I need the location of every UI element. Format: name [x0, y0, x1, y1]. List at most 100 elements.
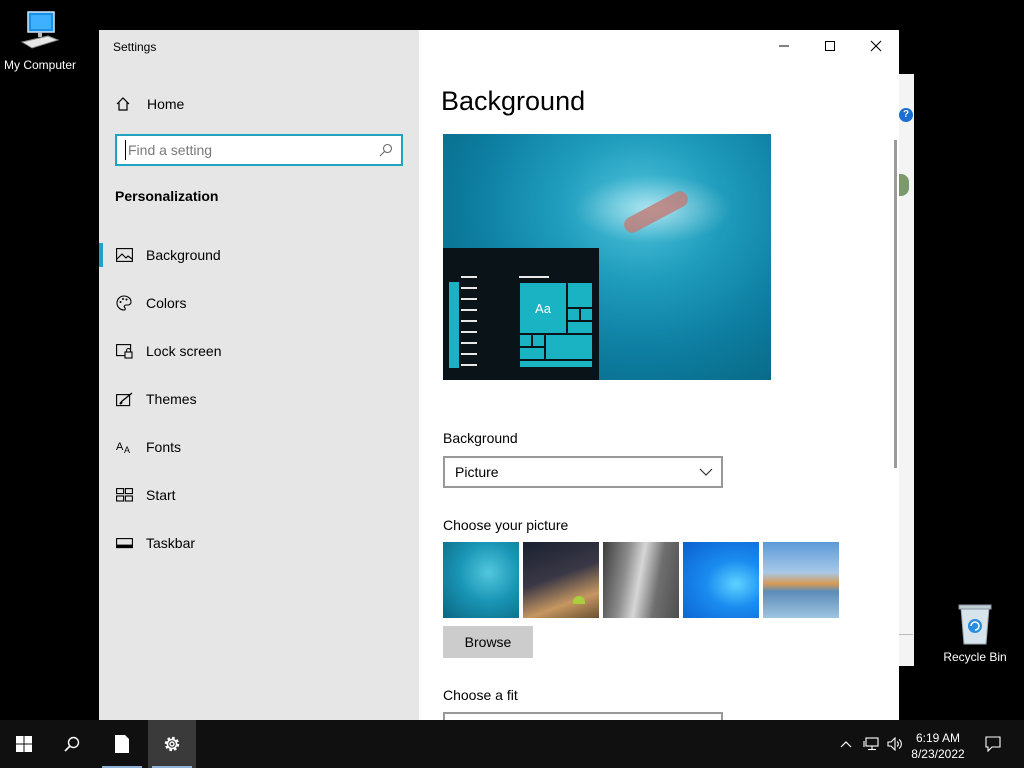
network-button[interactable]: [860, 720, 882, 768]
preview-tile: [519, 360, 593, 368]
windows-logo-icon: [16, 736, 32, 752]
section-title: Personalization: [115, 188, 219, 204]
svg-text:A: A: [116, 441, 124, 453]
picture-icon: [115, 246, 133, 264]
chevron-up-icon: [840, 741, 852, 748]
taskbar-settings-app[interactable]: [148, 720, 196, 768]
picture-thumbnail-night-sky[interactable]: [523, 542, 599, 618]
document-icon: [115, 735, 129, 753]
recycle-bin-icon: [958, 604, 992, 645]
search-box[interactable]: [115, 134, 403, 166]
close-button[interactable]: [853, 30, 899, 62]
picture-thumbnail-windows[interactable]: [683, 542, 759, 618]
sidebar-item-label: Fonts: [146, 439, 182, 455]
browse-button[interactable]: Browse: [443, 626, 533, 658]
sidebar-item-label: Lock screen: [146, 343, 222, 359]
choose-picture-label: Choose your picture: [443, 517, 569, 533]
taskbar-icon: [115, 534, 133, 552]
sidebar-item-themes[interactable]: Themes: [99, 375, 419, 423]
start-button[interactable]: [0, 720, 48, 768]
preview-menu-lines: [461, 276, 477, 375]
home-icon: [115, 96, 133, 112]
clock-time: 6:19 AM: [915, 731, 961, 745]
sidebar-item-label: Colors: [146, 295, 187, 311]
preview-tile: [567, 282, 593, 308]
content-scrollbar[interactable]: [894, 140, 897, 468]
sidebar-item-label: Taskbar: [146, 535, 196, 551]
search-input[interactable]: [125, 140, 375, 160]
sidebar-item-lock-screen[interactable]: Lock screen: [99, 327, 419, 375]
minimize-icon: [779, 45, 789, 47]
settings-sidebar: Settings Home Personalization Background: [99, 30, 419, 720]
background-window[interactable]: ?: [898, 74, 914, 666]
action-center-button[interactable]: [978, 720, 1008, 768]
my-computer-desktop-icon[interactable]: My Computer: [0, 10, 80, 72]
background-window-scroll: [899, 634, 913, 664]
taskbar-search-button[interactable]: [48, 720, 96, 768]
tent-graphic: [573, 596, 585, 604]
picture-thumbnail-underwater[interactable]: [443, 542, 519, 618]
themes-icon: [115, 390, 133, 408]
preview-tiles: Aa: [519, 282, 593, 368]
settings-window: Settings Home Personalization Background: [99, 30, 899, 720]
preview-strip: [449, 282, 459, 368]
minimize-button[interactable]: [761, 30, 807, 62]
start-icon: [115, 486, 133, 504]
taskbar-document-app[interactable]: [98, 720, 146, 768]
preview-tile: [567, 321, 593, 334]
show-hidden-icons-button[interactable]: [836, 720, 856, 768]
sidebar-item-colors[interactable]: Colors: [99, 279, 419, 327]
help-icon: ?: [899, 108, 913, 122]
sidebar-item-taskbar[interactable]: Taskbar: [99, 519, 419, 567]
preview-tile: [519, 334, 532, 347]
sidebar-item-label: Background: [146, 247, 221, 263]
taskbar: 6:19 AM 8/23/2022: [0, 720, 1024, 768]
sidebar-item-start[interactable]: Start: [99, 471, 419, 519]
recycle-bin-desktop-icon[interactable]: Recycle Bin: [935, 602, 1015, 664]
window-title: Settings: [113, 40, 157, 54]
background-preview: Aa: [443, 134, 771, 380]
taskbar-clock[interactable]: 6:19 AM 8/23/2022: [906, 730, 970, 762]
background-type-label: Background: [443, 430, 518, 446]
preview-tile: [519, 347, 545, 360]
page-title: Background: [441, 86, 586, 116]
volume-button[interactable]: [884, 720, 906, 768]
chevron-down-icon: [699, 468, 713, 476]
background-type-value: Picture: [455, 464, 499, 480]
recycle-bin-label: Recycle Bin: [943, 650, 1007, 664]
picture-thumbnails: [443, 542, 843, 618]
speaker-icon: [887, 737, 902, 751]
preview-tile-header: [519, 276, 549, 278]
preview-tile: [567, 308, 580, 321]
home-nav-item[interactable]: Home: [115, 94, 184, 114]
my-computer-label: My Computer: [3, 58, 77, 72]
close-icon: [870, 40, 882, 52]
lock-screen-icon: [115, 342, 133, 360]
search-icon: [64, 736, 80, 752]
computer-icon: [20, 11, 60, 49]
sidebar-item-background[interactable]: Background: [99, 231, 419, 279]
preview-tile: [580, 308, 593, 321]
preview-start-menu: Aa: [443, 248, 599, 380]
background-type-dropdown[interactable]: Picture: [443, 456, 723, 488]
maximize-button[interactable]: [807, 30, 853, 62]
clock-date: 8/23/2022: [911, 747, 965, 761]
sidebar-item-label: Start: [146, 487, 176, 503]
settings-content: Background Aa Background Picture Choose …: [419, 30, 899, 720]
maximize-icon: [825, 41, 835, 51]
picture-thumbnail-beach[interactable]: [763, 542, 839, 618]
personalization-nav-list: Background Colors Lock screen Themes A A…: [99, 231, 419, 567]
background-window-graphic: [899, 174, 909, 196]
choose-fit-label: Choose a fit: [443, 687, 518, 703]
search-icon[interactable]: [379, 143, 393, 157]
fonts-icon: AA: [115, 438, 133, 456]
gear-icon: [164, 736, 180, 752]
svg-text:A: A: [124, 445, 130, 454]
sidebar-item-fonts[interactable]: AA Fonts: [99, 423, 419, 471]
window-controls: [761, 30, 899, 62]
palette-icon: [115, 294, 133, 312]
picture-thumbnail-rock[interactable]: [603, 542, 679, 618]
fit-dropdown[interactable]: [443, 712, 723, 720]
preview-tile: [545, 334, 593, 360]
home-label: Home: [147, 96, 185, 112]
